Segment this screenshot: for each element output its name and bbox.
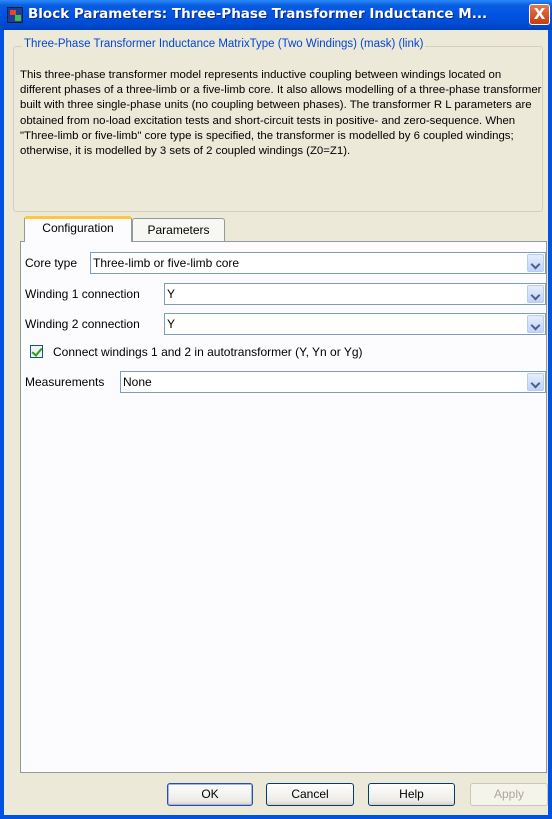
autotransformer-checkbox[interactable] xyxy=(30,345,43,358)
core-type-select[interactable]: Three-limb or five-limb core xyxy=(90,252,546,274)
winding2-label: Winding 2 connection xyxy=(25,317,140,331)
group-title: Three-Phase Transformer Inductance Matri… xyxy=(22,38,426,50)
core-type-label: Core type xyxy=(25,256,78,270)
measurements-label: Measurements xyxy=(25,375,105,389)
tab-configuration[interactable]: Configuration xyxy=(24,216,132,242)
chevron-down-icon[interactable] xyxy=(527,373,544,391)
window-title: Block Parameters: Three-Phase Transforme… xyxy=(28,6,488,22)
winding2-connection-select[interactable]: Y xyxy=(164,313,546,335)
autotransformer-label[interactable]: Connect windings 1 and 2 in autotransfor… xyxy=(53,345,363,359)
winding1-label: Winding 1 connection xyxy=(25,287,140,301)
dialog-window: Block Parameters: Three-Phase Transforme… xyxy=(0,0,552,819)
core-type-value: Three-limb or five-limb core xyxy=(93,256,240,270)
cancel-button[interactable]: Cancel xyxy=(266,783,354,806)
measurements-select[interactable]: None xyxy=(120,371,546,393)
winding1-value: Y xyxy=(167,287,176,301)
close-button[interactable]: X xyxy=(529,4,550,25)
winding2-value: Y xyxy=(167,317,176,331)
chevron-down-icon[interactable] xyxy=(527,285,544,303)
apply-button: Apply xyxy=(470,783,548,806)
block-description: This three-phase transformer model repre… xyxy=(20,69,542,158)
chevron-down-icon[interactable] xyxy=(527,315,544,333)
ok-button[interactable]: OK xyxy=(167,783,253,806)
tab-parameters[interactable]: Parameters xyxy=(132,218,225,242)
chevron-down-icon[interactable] xyxy=(527,254,544,272)
winding1-connection-select[interactable]: Y xyxy=(164,283,546,305)
measurements-value: None xyxy=(123,375,152,389)
title-bar[interactable]: Block Parameters: Three-Phase Transforme… xyxy=(0,0,552,30)
simulink-block-icon xyxy=(7,7,23,23)
help-button[interactable]: Help xyxy=(368,783,455,806)
